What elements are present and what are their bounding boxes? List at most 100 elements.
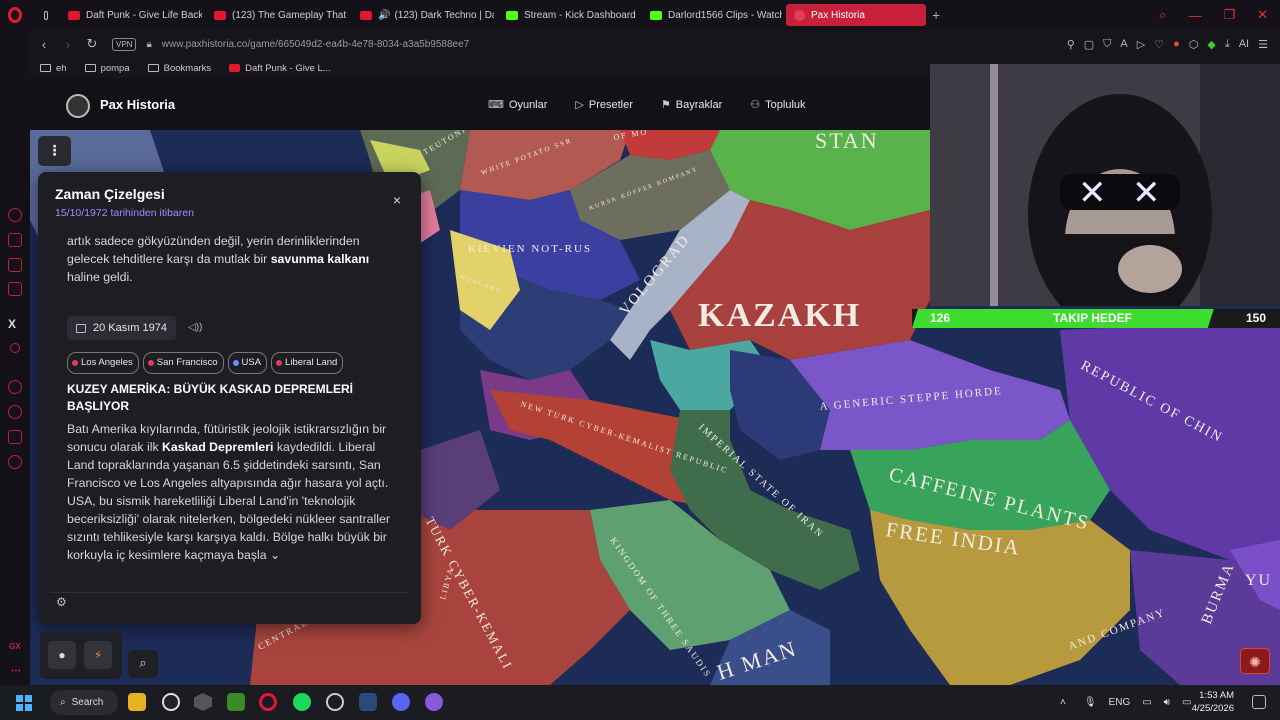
gamepad-icon: ⌨ [488,99,504,111]
play-icon: ▷ [575,99,584,111]
tag-los-angeles[interactable]: Los Angeles [67,352,139,374]
tab-kick-dashboard[interactable]: Stream - Kick Dashboard [498,4,638,26]
volume-icon[interactable]: 🔊︎ [1164,697,1170,708]
app-purple-icon[interactable] [425,693,443,711]
search-icon[interactable]: ⌕ [1159,7,1166,23]
sidebar-pinboard-icon[interactable] [8,258,22,272]
bookmark-daft-punk[interactable]: Daft Punk - Give L... [229,63,331,74]
site-nav: ⌨ Oyunlar ▷ Presetler ⚑ Bayraklar ⚇ Topluluk [488,98,806,111]
map-search-icon[interactable]: ⌕ [128,650,158,678]
snapshot-icon[interactable]: ▢ [1084,38,1094,51]
bookmark-bookmarks[interactable]: Bookmarks [147,63,211,74]
sidebar-x-icon[interactable]: X [8,317,16,331]
ai-icon[interactable]: AI [1239,38,1249,50]
translate-icon[interactable]: A [1120,38,1127,50]
discord-icon[interactable] [392,693,410,711]
app-hex-icon[interactable] [194,693,212,711]
reload-icon[interactable]: ↻ [82,36,102,52]
sidebar-twitch-icon[interactable] [10,343,20,353]
globe-logo-icon[interactable] [66,94,90,118]
sidebar-play-icon[interactable] [8,380,22,394]
chat-bubble-icon[interactable]: ● [48,641,76,669]
tag-dot-icon [232,360,239,366]
settings-gear-icon[interactable]: ⚙ [56,595,67,609]
nav-games[interactable]: ⌨ Oyunlar [488,98,547,111]
mic-icon[interactable]: 🎙︎ [1084,697,1097,708]
tab-youtube-2[interactable]: (123) The Gameplay That [206,4,348,26]
timeline-title: Zaman Çizelgesi [55,186,165,202]
file-explorer-icon[interactable] [128,693,146,711]
map-menu-button[interactable]: ⋮ [38,136,71,166]
obs-icon[interactable] [162,693,180,711]
close-icon[interactable]: × [393,192,401,208]
bookmark-pompa[interactable]: pompa [84,63,130,74]
back-icon[interactable]: ‹ [34,37,54,52]
app-circle-icon[interactable] [326,693,344,711]
site-title[interactable]: Pax Historia [100,97,175,112]
language-indicator[interactable]: ENG [1109,697,1131,708]
vpn-badge[interactable]: VPN [112,37,137,51]
nav-community[interactable]: ⚇ Topluluk [750,98,805,111]
minimize-icon[interactable]: — [1188,8,1201,23]
tab-youtube-1[interactable]: Daft Punk - Give Life Back [60,4,202,26]
tag-san-francisco[interactable]: San Francisco [142,352,224,374]
spotify-icon[interactable] [293,693,311,711]
label-yu: YU [1245,572,1272,589]
steam-icon[interactable] [359,693,377,711]
menu-icon[interactable]: ☰ [1258,38,1268,51]
tab-youtube-3[interactable]: 🔊 (123) Dark Techno | Da [352,4,494,26]
nav-flags[interactable]: ⚑ Bayraklar [661,98,722,111]
expand-icon[interactable]: ⌄ [270,548,280,562]
tab-overview-icon[interactable] [36,4,56,26]
maximize-icon[interactable]: ❐ [1223,7,1235,23]
tag-usa[interactable]: USA [227,352,268,374]
sidebar-messenger-icon[interactable] [8,282,22,296]
sidebar-history-icon[interactable] [8,405,22,419]
bookmark-eh[interactable]: eh [40,63,67,74]
pax-icon [794,9,805,21]
goal-target: 150 [1245,311,1266,325]
tab-kick-clips[interactable]: Darlord1566 Clips - Watch [642,4,782,26]
battery-icon[interactable]: ▭ [1182,697,1191,708]
forward-icon[interactable]: › [58,37,78,52]
tab-pax-historia[interactable]: Pax Historia [786,4,926,26]
heart-icon[interactable]: ♡ [1154,38,1164,51]
minecraft-icon[interactable] [227,693,245,711]
taskbar-clock[interactable]: 1:53 AM 4/25/2026 [1192,689,1234,715]
sidebar-aria-icon[interactable] [8,208,22,222]
shield-icon[interactable]: ⛉ [1103,38,1111,51]
sidebar-extensions-icon[interactable] [8,430,22,444]
windows-start-icon[interactable] [16,695,32,711]
youtube-icon [360,10,372,20]
speaker-icon[interactable]: ◁)) [188,319,202,337]
label-kievien: KIEVIEN NOT-RUS [468,243,592,255]
nav-presets[interactable]: ▷ Presetler [575,98,633,111]
opera-logo-icon[interactable] [0,0,30,30]
lightning-icon[interactable]: ⚡︎ [84,641,112,669]
taskbar-search[interactable]: ⌕ Search [50,690,118,715]
close-icon[interactable]: ✕ [1257,7,1268,23]
ext-flame-icon[interactable]: ● [1173,38,1180,50]
sidebar-more-icon[interactable]: ⋯ [11,666,21,677]
notification-icon[interactable] [1252,695,1266,709]
chevron-up-icon[interactable]: ˄ [1060,697,1066,708]
pin-icon[interactable]: ⚲ [1067,38,1075,51]
map-settings-icon[interactable]: ✺ [1240,648,1270,674]
opera-gx-icon[interactable] [259,693,277,711]
ext-green-icon[interactable]: ◆ [1207,38,1215,51]
windows-taskbar: ⌕ Search ˄ 🎙︎ ENG ▭ 🔊︎ ▭ 1:53 AM 4/25/202… [0,685,1280,720]
goal-current: 126 [930,311,951,325]
tag-liberal-land[interactable]: Liberal Land [271,352,344,374]
sidebar-player-icon[interactable] [8,233,22,247]
sidebar-settings-icon[interactable] [8,455,22,469]
lock-icon[interactable]: 🔒︎ [146,39,151,50]
ext-puzzle-icon[interactable]: ⬡ [1189,38,1199,51]
new-tab-button[interactable]: + [932,7,940,23]
url-field[interactable]: www.paxhistoria.co/game/665049d2-ea4b-4e… [162,39,469,50]
youtube-icon [229,64,241,72]
download-icon[interactable]: ⤓ [1225,38,1230,51]
play-ext-icon[interactable]: ▷ [1137,38,1145,51]
event-text: Batı Amerika kıyılarında, fütüristik jeo… [67,422,390,562]
monitor-icon[interactable]: ▭ [1142,697,1151,708]
event-date-chip[interactable]: 20 Kasım 1974 [67,316,176,340]
